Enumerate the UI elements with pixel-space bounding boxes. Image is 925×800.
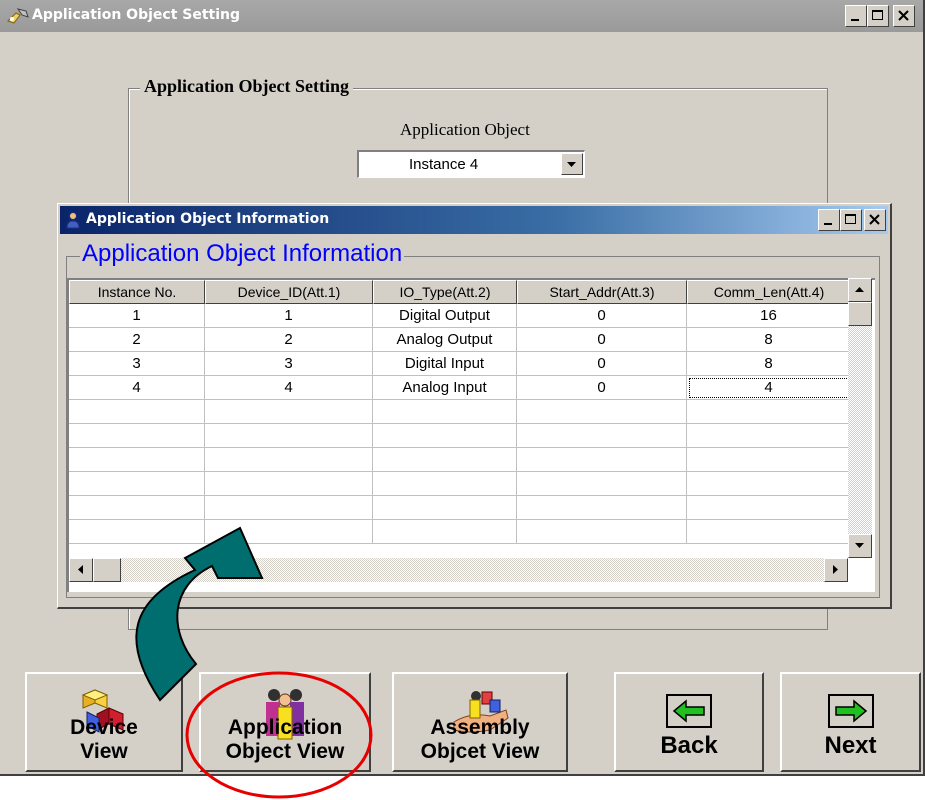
highlight-circle-annotation bbox=[185, 671, 373, 799]
annotation-overlay bbox=[135, 526, 373, 799]
curved-arrow-annotation bbox=[135, 526, 264, 702]
